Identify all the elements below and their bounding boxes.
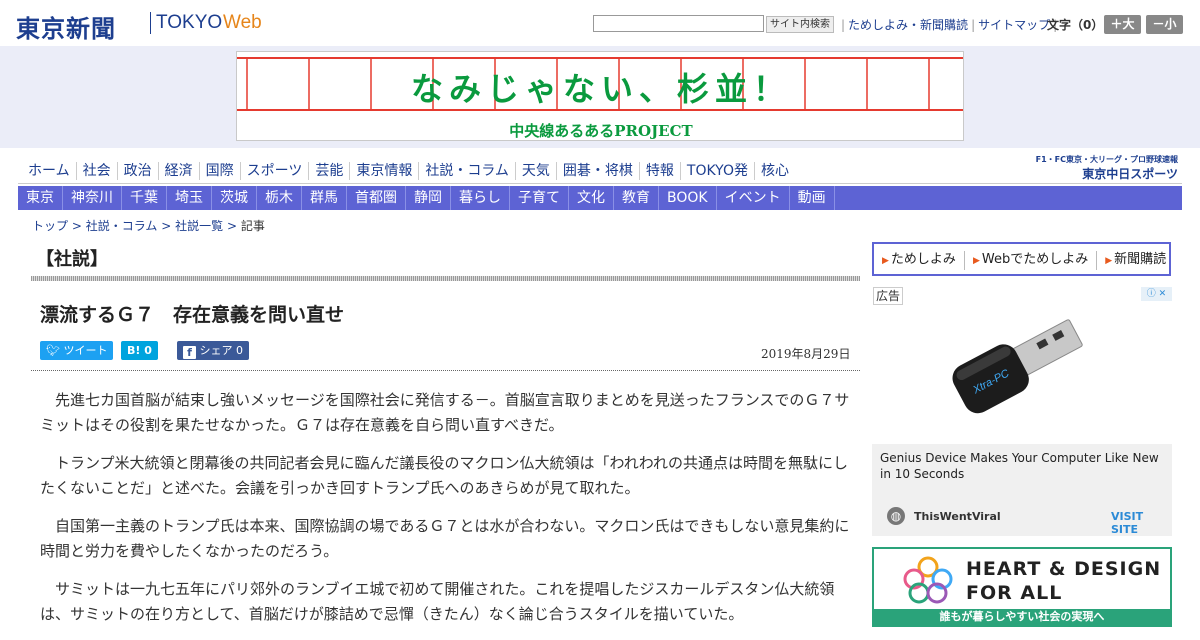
adchoices-icon[interactable]: ⓘ ✕ [1141, 287, 1172, 301]
heart-title-line2: FOR ALL [966, 582, 1063, 604]
nav-divider [18, 183, 1182, 184]
breadcrumb-top[interactable]: トップ [32, 219, 68, 233]
nav-item-society[interactable]: 社会 [77, 162, 118, 180]
trial-read-link[interactable]: ▶ ためしよみ [874, 251, 965, 270]
nav-sub-item[interactable]: 東京 [18, 186, 63, 210]
regional-nav: 東京 神奈川 千葉 埼玉 茨城 栃木 群馬 首都圏 静岡 暮らし 子育て 文化 教育 BOOK イベント 動画 [18, 186, 1182, 210]
hatena-bookmark-button[interactable]: B! 0 [121, 341, 158, 360]
nav-sub-item[interactable]: 動画 [790, 186, 835, 210]
nav-item-sports[interactable]: スポーツ [241, 162, 310, 180]
hatched-divider [31, 276, 860, 281]
top-links: | ためしよみ・新聞購読 | サイトマップ | [838, 16, 1060, 33]
subscribe-link[interactable]: ためしよみ・新聞購読 [848, 18, 968, 32]
nav-sub-item[interactable]: 文化 [569, 186, 614, 210]
nav-sub-item[interactable]: 静岡 [406, 186, 451, 210]
nav-sub-item[interactable]: 千葉 [122, 186, 167, 210]
chunichi-tagline[interactable]: F1・FC東京・大リーグ・プロ野球速報 [1026, 154, 1178, 165]
search-button[interactable]: サイト内検索 [766, 16, 834, 33]
nav-item-editorial[interactable]: 社説・コラム [419, 162, 516, 180]
nav-item-economy[interactable]: 経済 [159, 162, 200, 180]
tweet-button[interactable]: 🐦︎ ツイート [40, 341, 114, 360]
section-heading: 【社説】 [36, 249, 108, 270]
breadcrumb-list[interactable]: 社説一覧 [175, 219, 223, 233]
subscribe-link[interactable]: ▶ 新聞購読 [1097, 251, 1174, 270]
article-paragraph: サミットは一九七五年にパリ郊外のランブイエ城で初めて開催された。これを提唱したジ… [40, 580, 835, 623]
divider: | [841, 18, 846, 32]
dotted-divider [31, 370, 860, 371]
divider: | [971, 18, 976, 32]
banner-headline: なみじゃない、杉並！ [410, 70, 791, 108]
nav-sub-item[interactable]: 首都圏 [347, 186, 406, 210]
usb-drive-image[interactable]: Xtra-PC [945, 310, 1100, 420]
breadcrumb: トップ > 社説・コラム > 社説一覧 > 記事 [32, 217, 265, 234]
article-paragraph: 先進七カ国首脳が結束し強いメッセージを国際社会に発信する－。首脳宣言取りまとめを… [40, 391, 850, 434]
breadcrumb-sep: > [226, 219, 237, 233]
breadcrumb-sep: > [71, 219, 82, 233]
banner-subtitle: 中央線あるあるPROJECT [509, 122, 693, 140]
nav-sub-item[interactable]: 茨城 [212, 186, 257, 210]
nav-item-home[interactable]: ホーム [22, 162, 77, 180]
banner-ad[interactable]: なみじゃない、杉並！ 中央線あるあるPROJECT [236, 51, 964, 141]
nav-sub-item[interactable]: 教育 [614, 186, 659, 210]
subscription-links: ▶ ためしよみ ▶ Webでためしよみ ▶ 新聞購読 [872, 242, 1171, 276]
facebook-share-button[interactable]: f シェア 0 [177, 341, 249, 360]
nav-item-tokyo-hatsu[interactable]: TOKYO発 [681, 162, 755, 180]
facebook-share-label: シェア 0 [199, 344, 244, 357]
flower-logo-icon [903, 556, 953, 604]
nav-item-core[interactable]: 核心 [755, 162, 795, 180]
arrow-icon: ▶ [1105, 256, 1113, 266]
site-logo[interactable]: 東京新聞 [16, 9, 116, 44]
visit-site-button[interactable]: VISIT SITE [1111, 510, 1172, 536]
facebook-icon: f [183, 346, 196, 359]
tweet-label: ツイート [63, 344, 108, 357]
article-date: 2019年8月29日 [761, 347, 851, 361]
nav-sub-item[interactable]: 暮らし [451, 186, 510, 210]
breadcrumb-current: 記事 [240, 219, 265, 233]
web-trial-read-link[interactable]: ▶ Webでためしよみ [965, 251, 1098, 270]
nav-item-special[interactable]: 特報 [640, 162, 681, 180]
nav-sub-item[interactable]: 群馬 [302, 186, 347, 210]
logo-web[interactable]: Web [223, 12, 262, 34]
ad-headline[interactable]: Genius Device Makes Your Computer Like N… [880, 450, 1165, 482]
article-paragraph: トランプ米大統領と閉幕後の共同記者会見に臨んだ議長役のマクロン仏大統領は「われわ… [40, 454, 849, 497]
globe-icon: ◍ [887, 507, 905, 525]
ad-label: 広告 [873, 287, 904, 305]
breadcrumb-sep: > [161, 219, 172, 233]
sitemap-link[interactable]: サイトマップ [978, 18, 1050, 32]
heart-design-banner[interactable]: HEART & DESIGN FOR ALL 誰もが暮らしやすい社会の実現へ [872, 547, 1172, 627]
nav-item-international[interactable]: 国際 [200, 162, 241, 180]
nav-sub-item[interactable]: 栃木 [257, 186, 302, 210]
heart-title-line1: HEART & DESIGN [966, 558, 1162, 580]
nav-sub-item[interactable]: 神奈川 [63, 186, 122, 210]
logo-tokyo[interactable]: TOKYO [156, 12, 222, 34]
ad-source: ThisWentViral [914, 510, 1001, 523]
article-title: 漂流するＧ７ 存在意義を問い直せ [40, 304, 345, 326]
nav-item-weather[interactable]: 天気 [516, 162, 557, 180]
site-header: 東京新聞 TOKYO Web サイト内検索 | ためしよみ・新聞購読 | サイトマップ… [0, 0, 1200, 46]
sponsored-ad[interactable]: Genius Device Makes Your Computer Like N… [872, 444, 1172, 536]
heart-tagline: 誰もが暮らしやすい社会の実現へ [874, 609, 1170, 625]
font-size-label: 文字（0） [1047, 18, 1104, 32]
nav-sub-item[interactable]: イベント [717, 186, 790, 210]
logo-divider [150, 12, 151, 34]
arrow-icon: ▶ [882, 256, 889, 266]
nav-sub-item[interactable]: 子育て [510, 186, 569, 210]
arrow-icon: ▶ [972, 256, 980, 266]
nav-item-tokyo-info[interactable]: 東京情報 [350, 162, 420, 180]
nav-sub-item[interactable]: BOOK [659, 186, 717, 210]
search-input[interactable] [593, 15, 764, 32]
nav-item-entertainment[interactable]: 芸能 [309, 162, 351, 180]
article-body: 先進七カ国首脳が結束し強いメッセージを国際社会に発信する－。首脳宣言取りまとめを… [40, 388, 852, 640]
font-decrease-button[interactable]: －小 [1146, 15, 1183, 34]
nav-sub-item[interactable]: 埼玉 [167, 186, 212, 210]
nav-item-politics[interactable]: 政治 [118, 162, 159, 180]
breadcrumb-editorial[interactable]: 社説・コラム [86, 219, 158, 233]
nav-item-go-shogi[interactable]: 囲碁・将棋 [557, 162, 640, 180]
font-increase-button[interactable]: ＋大 [1104, 15, 1141, 34]
article-paragraph: 自国第一主義のトランプ氏は本来、国際協調の場であるＧ７とは水が合わない。マクロン… [40, 517, 850, 560]
chunichi-sports-logo[interactable]: 東京中日スポーツ [1040, 165, 1178, 182]
twitter-bird-icon: 🐦︎ [46, 344, 60, 357]
main-nav: ホーム 社会 政治 経済 国際 スポーツ 芸能 東京情報 社説・コラム 天気 囲碁・将棋 特報 TOKY… [22, 158, 795, 182]
